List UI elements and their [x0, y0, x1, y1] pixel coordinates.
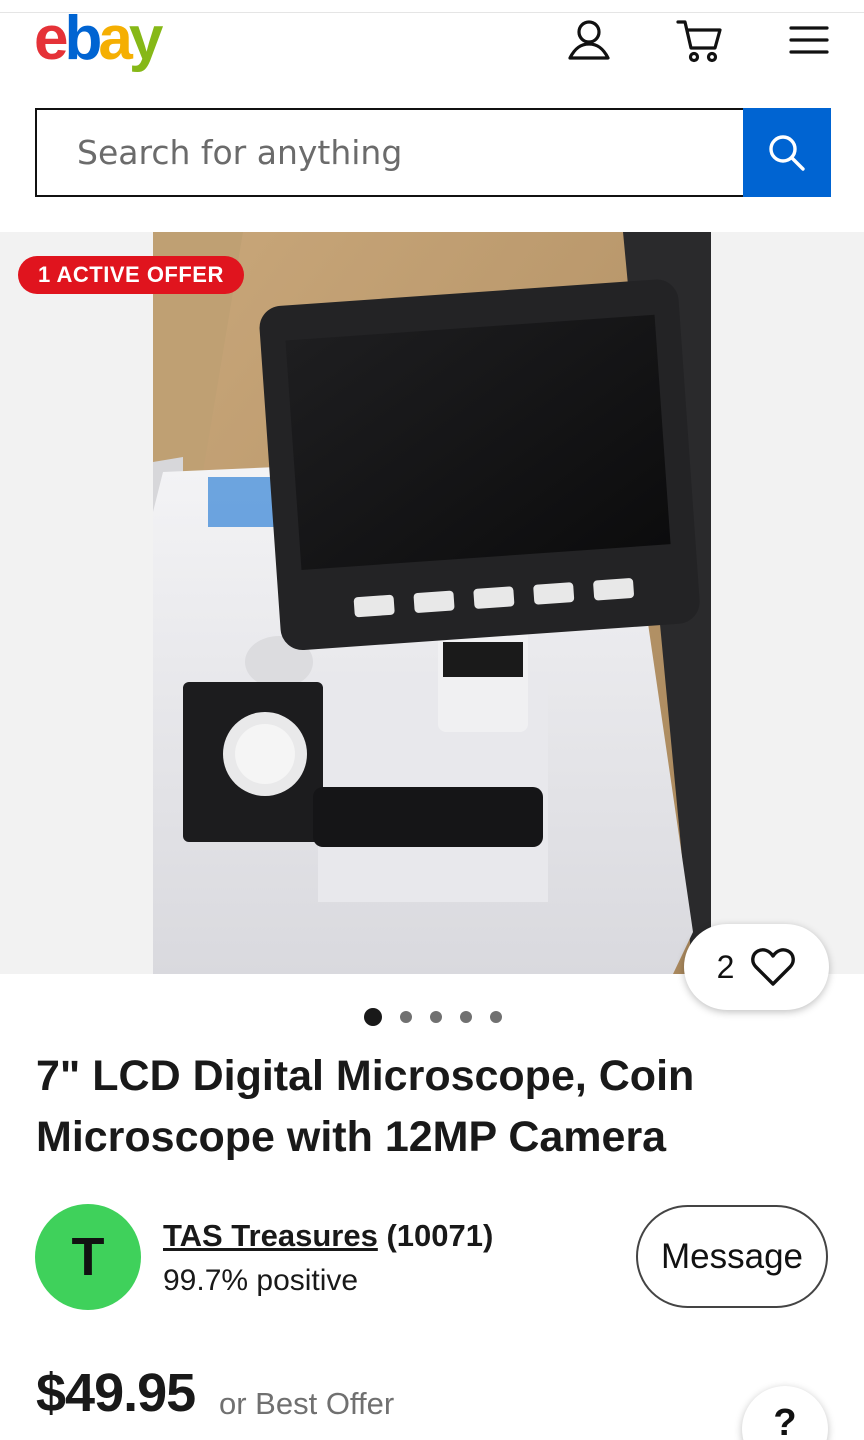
logo-letter-b: b	[64, 4, 102, 73]
best-offer-label: or Best Offer	[219, 1386, 395, 1421]
gallery-dot-5[interactable]	[490, 1011, 502, 1023]
ebay-logo[interactable]: ebay	[34, 4, 164, 74]
logo-letter-e: e	[34, 4, 69, 73]
seller-score: (10071)	[386, 1218, 494, 1253]
search-field-container	[35, 108, 743, 197]
search-icon	[769, 134, 805, 171]
search-button[interactable]	[743, 108, 831, 197]
logo-letter-a: a	[98, 4, 133, 73]
help-button[interactable]: ?	[742, 1386, 828, 1440]
seller-avatar[interactable]: T	[35, 1204, 141, 1310]
cart-icon[interactable]	[671, 12, 727, 68]
product-photo[interactable]	[153, 232, 711, 974]
image-gallery[interactable]	[0, 232, 864, 974]
gallery-pagination[interactable]	[364, 1008, 502, 1026]
gallery-dot-4[interactable]	[460, 1011, 472, 1023]
seller-feedback: 99.7% positive	[163, 1264, 359, 1297]
gallery-dot-2[interactable]	[400, 1011, 412, 1023]
active-offer-badge: 1 ACTIVE OFFER	[18, 256, 244, 294]
logo-letter-y: y	[128, 4, 164, 73]
menu-icon[interactable]	[781, 12, 837, 68]
search-input[interactable]	[77, 133, 743, 172]
heart-icon	[751, 948, 796, 986]
listing-page: ebay Search for anything 1 ACTIVE OFFER …	[0, 0, 864, 1440]
gallery-dot-3[interactable]	[430, 1011, 442, 1023]
search-bar	[35, 108, 831, 197]
seller-name-link[interactable]: TAS Treasures	[163, 1218, 378, 1253]
watch-count: 2	[716, 948, 735, 985]
seller-info: TAS Treasures (10071)	[163, 1218, 493, 1254]
microscope-photo-illustration	[153, 232, 711, 974]
price-amount: $49.95	[36, 1363, 196, 1423]
listing-title: 7" LCD Digital Microscope, Coin Microsco…	[36, 1052, 695, 1161]
message-button[interactable]: Message	[636, 1205, 828, 1308]
user-icon[interactable]	[561, 12, 617, 68]
watch-button[interactable]: 2	[684, 924, 829, 1010]
gallery-dot-1[interactable]	[364, 1008, 382, 1026]
